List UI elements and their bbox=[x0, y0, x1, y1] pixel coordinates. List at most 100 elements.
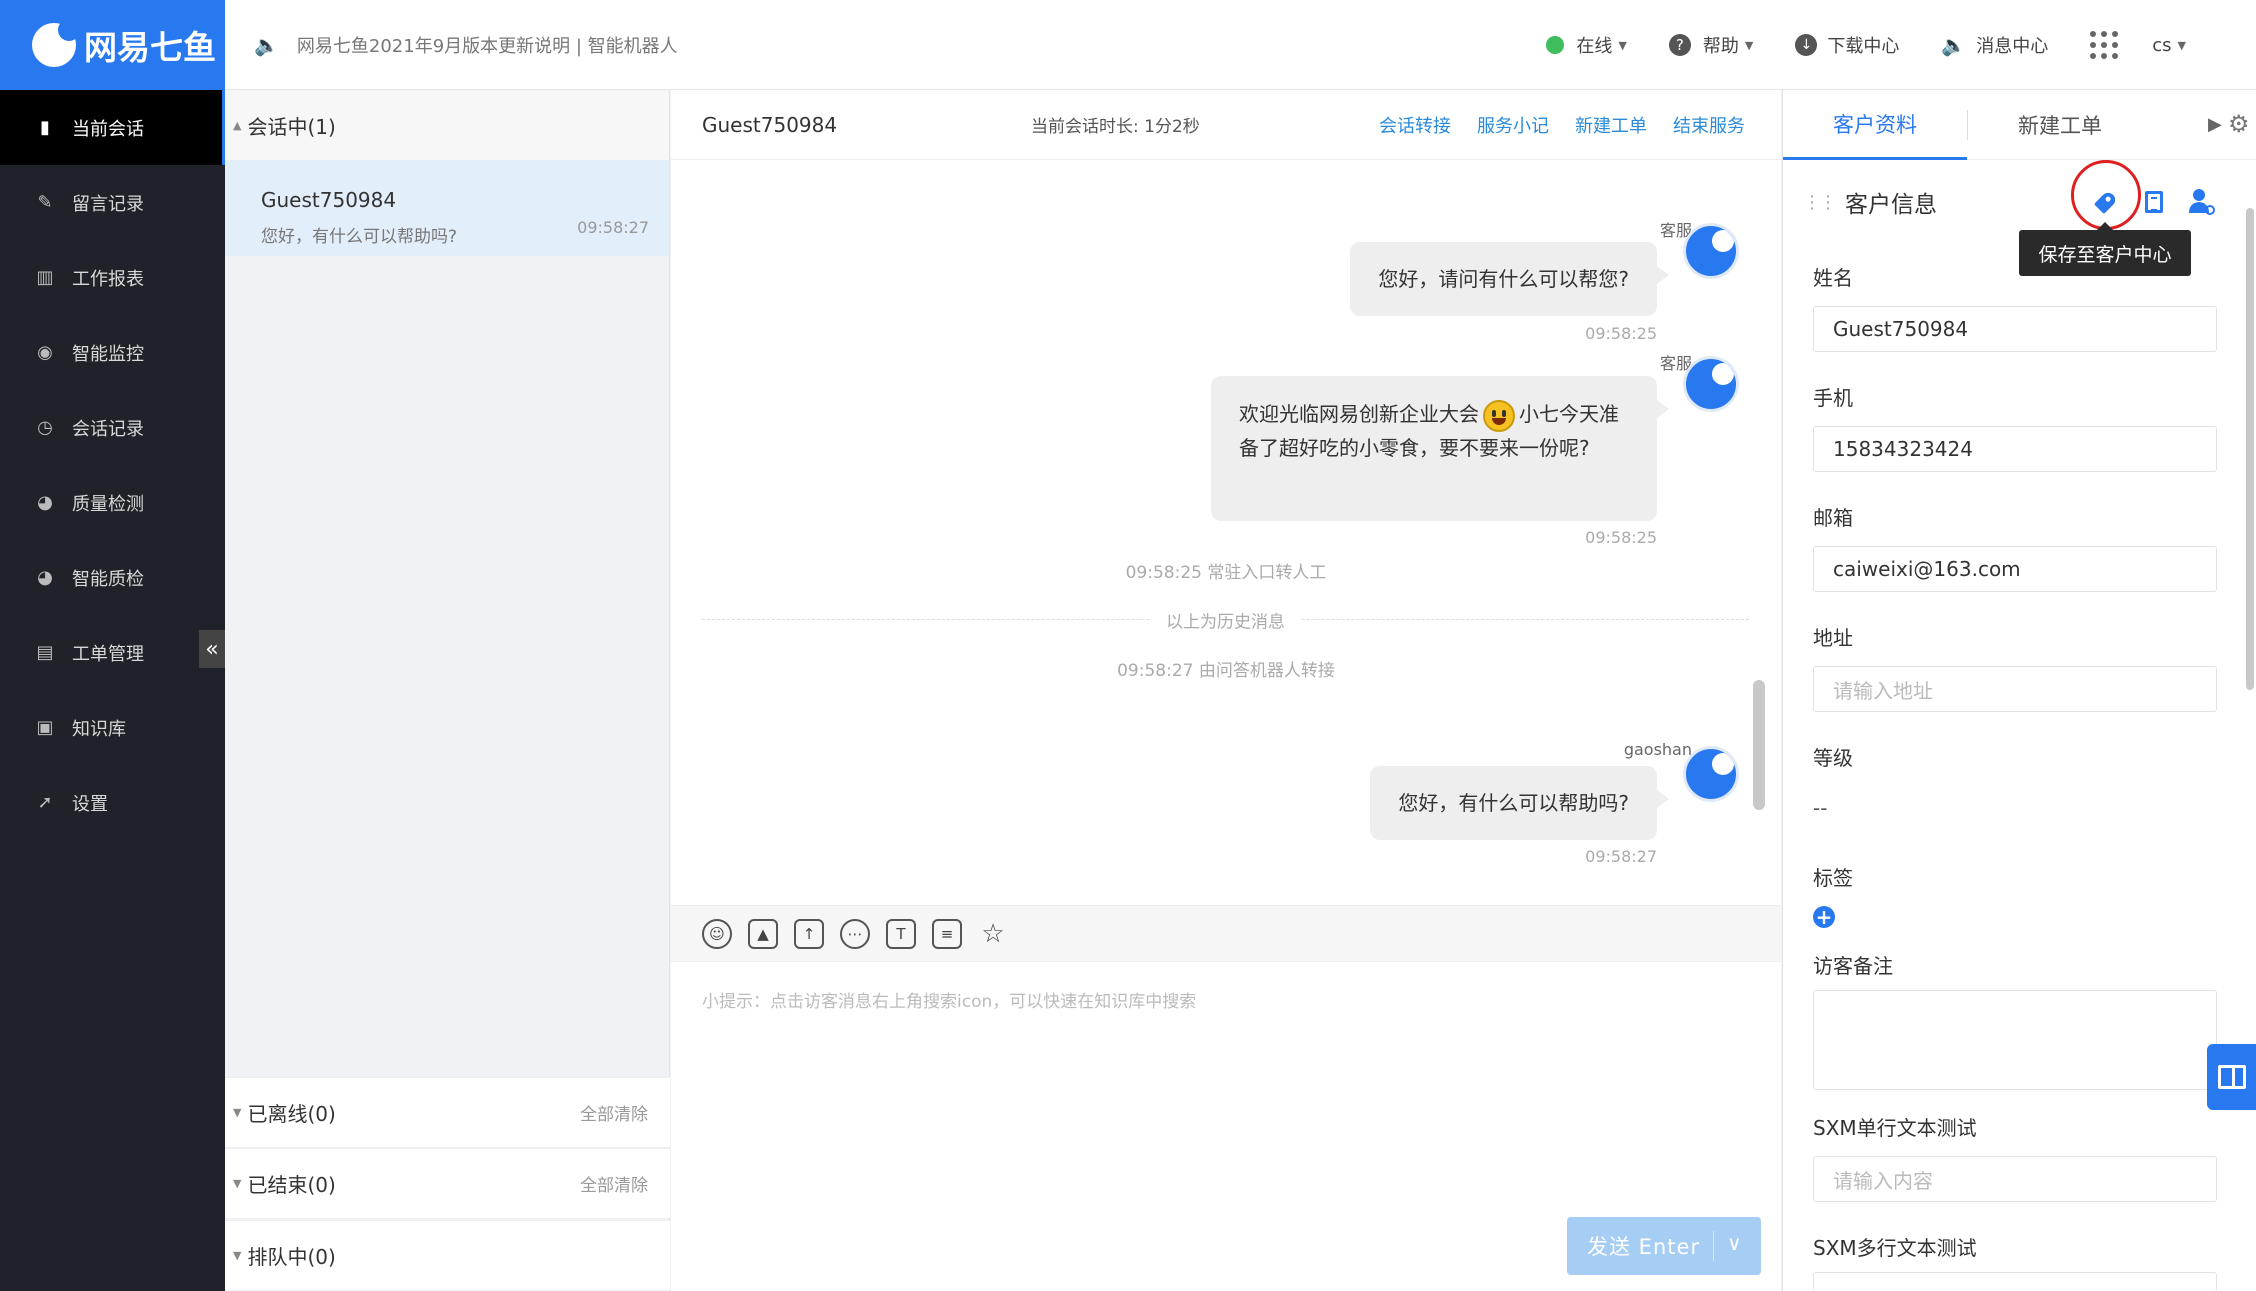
ended-sessions-header[interactable]: ▼ 已结束(0) 全部清除 bbox=[225, 1148, 670, 1218]
image-icon[interactable]: ▲ bbox=[748, 918, 778, 949]
nav-item-quality-check[interactable]: ◕ 质量检测 bbox=[0, 465, 225, 540]
book-icon: ▣ bbox=[36, 717, 54, 738]
nav-item-tickets[interactable]: ▤ 工单管理 bbox=[0, 615, 225, 690]
queue-sessions-header[interactable]: ▼ 排队中(0) bbox=[225, 1220, 670, 1290]
tab-new-ticket[interactable]: 新建工单 bbox=[1968, 90, 2152, 160]
status-label: 在线 bbox=[1576, 36, 1613, 57]
note-textarea[interactable] bbox=[1813, 990, 2217, 1090]
nav-item-session-records[interactable]: ◷ 会话记录 bbox=[0, 390, 225, 465]
chat-guest-name: Guest750984 bbox=[702, 112, 838, 137]
send-button[interactable]: 发送 Enter ∨ bbox=[1567, 1217, 1761, 1275]
new-ticket-link[interactable]: 新建工单 bbox=[1575, 112, 1647, 138]
customer-info-header: ⋮⋮ 客户信息 bbox=[1803, 185, 1937, 219]
save-to-customer-center-button[interactable] bbox=[2090, 186, 2122, 218]
sxm-multi-textarea[interactable] bbox=[1813, 1272, 2217, 1291]
help-dropdown[interactable]: ? 帮助 ▼ bbox=[1668, 32, 1754, 58]
sxm-single-field[interactable]: 请输入内容 bbox=[1813, 1156, 2217, 1202]
header-tools: 在线 ▼ ? 帮助 ▼ ↓ 下载中心 🔈 消息中心 cs ▼ bbox=[1504, 0, 2186, 90]
offline-sessions-header[interactable]: ▼ 已离线(0) 全部清除 bbox=[225, 1077, 670, 1147]
collapse-sidebar-button[interactable]: « bbox=[199, 630, 225, 668]
upload-file-icon[interactable]: ↑ bbox=[794, 918, 824, 949]
end-service-link[interactable]: 结束服务 bbox=[1673, 112, 1745, 138]
knowledge-base-button[interactable] bbox=[2207, 1044, 2256, 1110]
active-sessions-header[interactable]: ▲ 会话中(1) bbox=[225, 90, 669, 160]
download-label: 下载中心 bbox=[1827, 36, 1900, 57]
help-icon: ? bbox=[1668, 34, 1691, 56]
sxm-multi-label: SXM多行文本测试 bbox=[1813, 1236, 1977, 1260]
camera-icon: ◉ bbox=[37, 342, 53, 363]
gauge-icon: ◕ bbox=[37, 567, 53, 588]
logo[interactable]: 网易七鱼 bbox=[0, 0, 225, 90]
nav-item-settings[interactable]: ➚ 设置 bbox=[0, 765, 225, 840]
nav-item-monitor[interactable]: ◉ 智能监控 bbox=[0, 315, 225, 390]
section-title: 客户信息 bbox=[1845, 192, 1937, 218]
top-bar: 网易七鱼 🔈 网易七鱼2021年9月版本更新说明 | 智能机器人 在线 ▼ ? … bbox=[0, 0, 2256, 90]
status-dropdown[interactable]: 在线 ▼ bbox=[1546, 32, 1627, 58]
phone-label: 手机 bbox=[1813, 386, 1853, 410]
caret-down-icon: ▼ bbox=[1744, 38, 1754, 52]
history-divider: 以上为历史消息 bbox=[702, 607, 1749, 633]
user-menu[interactable]: cs ▼ bbox=[2152, 35, 2186, 56]
nav-label: 当前会话 bbox=[72, 118, 144, 140]
clear-offline-button[interactable]: 全部清除 bbox=[580, 1100, 648, 1125]
nav-item-messages[interactable]: ✎ 留言记录 bbox=[0, 165, 225, 240]
emoji-icon[interactable]: ☺ bbox=[702, 918, 732, 949]
nav-label: 会话记录 bbox=[72, 418, 144, 440]
text-format-icon[interactable]: T bbox=[886, 918, 916, 949]
caret-down-icon: ▼ bbox=[2177, 38, 2186, 52]
caret-down-icon: ▼ bbox=[233, 1177, 242, 1190]
notice-text: 网易七鱼2021年9月版本更新说明 | 智能机器人 bbox=[296, 36, 678, 57]
tag-icon bbox=[2093, 189, 2119, 215]
add-tag-button[interactable]: + bbox=[1813, 906, 1835, 928]
name-field[interactable]: Guest750984 bbox=[1813, 306, 2217, 352]
send-label: 发送 Enter bbox=[1587, 1235, 1701, 1259]
service-note-link[interactable]: 服务小记 bbox=[1477, 112, 1549, 138]
gear-icon[interactable]: ⚙ bbox=[2228, 110, 2250, 138]
nav-item-knowledge-base[interactable]: ▣ 知识库 bbox=[0, 690, 225, 765]
chevron-down-icon[interactable]: ∨ bbox=[1727, 1231, 1743, 1255]
play-arrow-icon[interactable]: ▶ bbox=[2208, 114, 2222, 135]
caret-down-icon: ▼ bbox=[1618, 38, 1627, 52]
message-center-link[interactable]: 🔈 消息中心 bbox=[1941, 32, 2048, 58]
nav-item-reports[interactable]: ▥ 工作报表 bbox=[0, 240, 225, 315]
quick-reply-icon[interactable]: ⋯ bbox=[840, 918, 870, 949]
caret-up-icon: ▲ bbox=[233, 118, 242, 132]
nav-item-current-session[interactable]: ▮ 当前会话 bbox=[0, 90, 225, 165]
bar-chart-icon: ▥ bbox=[36, 267, 54, 288]
panel-scrollbar[interactable] bbox=[2246, 208, 2254, 690]
input-toolbar: ☺ ▲ ↑ ⋯ T ≡ ☆ bbox=[671, 905, 1781, 962]
email-field[interactable]: caiweixi@163.com bbox=[1813, 546, 2217, 592]
nav-label: 智能监控 bbox=[72, 343, 144, 365]
tags-label: 标签 bbox=[1813, 866, 1853, 890]
clear-ended-button[interactable]: 全部清除 bbox=[580, 1171, 648, 1196]
session-duration: 当前会话时长: 1分2秒 bbox=[1031, 117, 1200, 137]
star-icon[interactable]: ☆ bbox=[978, 919, 1008, 949]
nav-item-smart-qc[interactable]: ◕ 智能质检 bbox=[0, 540, 225, 615]
address-field[interactable]: 请输入地址 bbox=[1813, 666, 2217, 712]
message-sender: gaoshan bbox=[1623, 740, 1692, 759]
history-label: 以上为历史消息 bbox=[1150, 607, 1301, 633]
nav-label: 智能质检 bbox=[72, 568, 144, 590]
chat-scrollbar[interactable] bbox=[1753, 680, 1765, 810]
email-label: 邮箱 bbox=[1813, 506, 1853, 530]
phone-field[interactable]: 15834323424 bbox=[1813, 426, 2217, 472]
wrench-icon: ➚ bbox=[37, 792, 53, 813]
customer-panel: 客户资料 新建工单 ▶ ⚙ ⋮⋮ 客户信息 保存至客户中心 姓名 Guest75… bbox=[1782, 90, 2256, 1291]
edit-doc-icon: ✎ bbox=[37, 192, 53, 213]
message-bubble: 欢迎光临网易创新企业大会 小七今天准备了超好吃的小零食，要不要来一份呢? bbox=[1211, 376, 1669, 521]
nav-label: 工作报表 bbox=[72, 268, 144, 290]
tab-customer-profile[interactable]: 客户资料 bbox=[1783, 90, 1967, 160]
message-bubble: 您好，有什么可以帮助吗? bbox=[1370, 766, 1669, 840]
user-settings-button[interactable] bbox=[2186, 186, 2218, 218]
input-hint: 小提示：点击访客消息右上角搜索icon，可以快速在知识库中搜索 bbox=[702, 992, 1197, 1012]
user-name: cs bbox=[2152, 34, 2172, 56]
drag-handle-icon[interactable]: ⋮⋮ bbox=[1803, 192, 1837, 213]
apps-grid-button[interactable] bbox=[2090, 31, 2152, 59]
session-item[interactable]: Guest750984 您好，有什么可以帮助吗? 09:58:27 bbox=[225, 160, 669, 256]
update-notice[interactable]: 🔈 网易七鱼2021年9月版本更新说明 | 智能机器人 bbox=[254, 32, 678, 58]
download-center-link[interactable]: ↓ 下载中心 bbox=[1795, 32, 1899, 58]
form-icon[interactable]: ≡ bbox=[932, 918, 962, 949]
offline-label: 已离线(0) bbox=[247, 1102, 336, 1126]
customer-record-button[interactable] bbox=[2138, 186, 2170, 218]
transfer-session-link[interactable]: 会话转接 bbox=[1379, 112, 1451, 138]
